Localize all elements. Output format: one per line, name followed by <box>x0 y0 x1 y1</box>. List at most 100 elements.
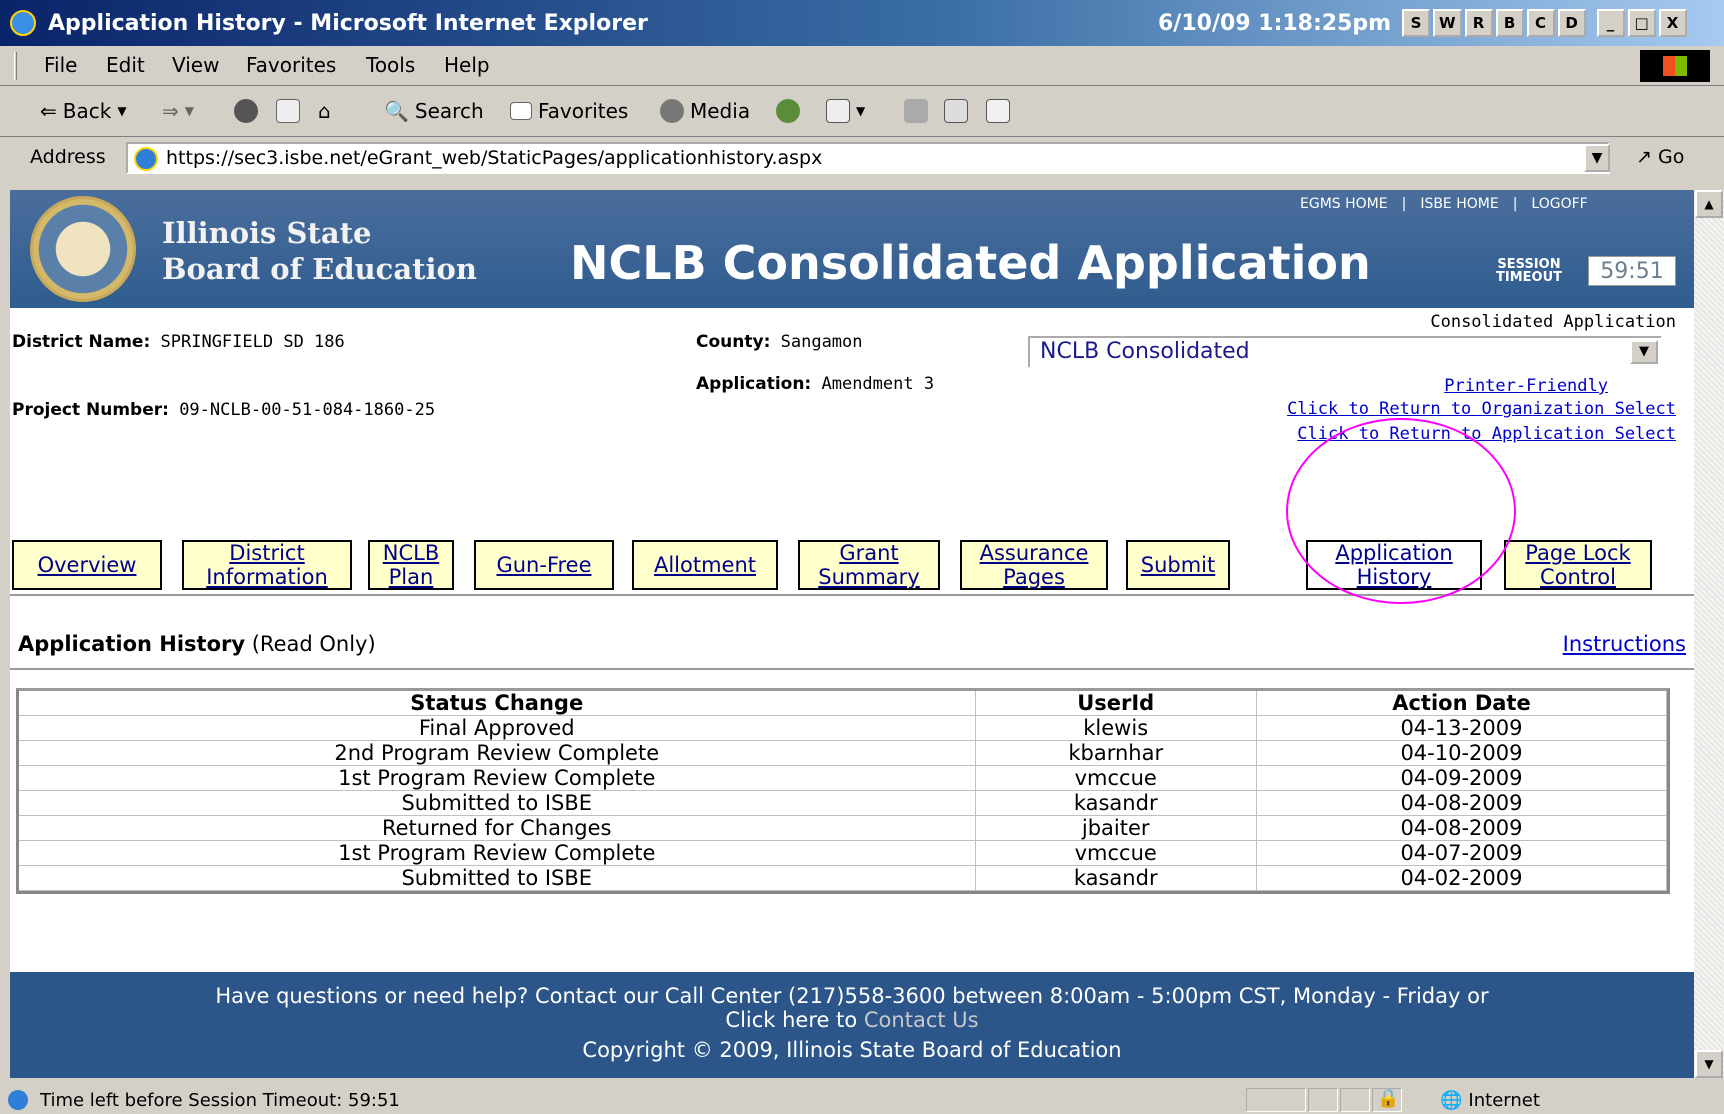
link-separator: | <box>1401 196 1407 212</box>
refresh-button[interactable] <box>276 99 300 123</box>
menu-favorites[interactable]: Favorites <box>246 53 336 77</box>
search-button[interactable]: 🔍 Search <box>384 99 484 123</box>
county: County: Sangamon <box>696 332 863 352</box>
return-org-select-link[interactable]: Click to Return to Organization Select <box>1287 399 1676 419</box>
back-dropdown-icon: ▼ <box>117 104 127 118</box>
select-caption: Consolidated Application <box>1430 312 1676 332</box>
tray-button-b[interactable]: B <box>1495 9 1524 37</box>
media-button[interactable]: Media <box>660 99 750 123</box>
back-button[interactable]: ⇐ Back ▼ <box>40 99 127 123</box>
header-action-date: Action Date <box>1256 691 1668 716</box>
go-button[interactable]: ↗ Go <box>1636 146 1684 168</box>
discuss-button[interactable] <box>986 99 1010 123</box>
edit-button[interactable] <box>944 99 968 123</box>
project-number: Project Number: 09-NCLB-00-51-084-1860-2… <box>12 400 435 420</box>
home-icon: ⌂ <box>318 99 331 123</box>
date-cell: 04-02-2009 <box>1256 865 1668 891</box>
page-footer: Have questions or need help? Contact our… <box>10 972 1694 1078</box>
tab-gun-free[interactable]: Gun-Free <box>474 540 614 590</box>
table-row: Returned for Changes jbaiter 04-08-2009 <box>19 815 1668 841</box>
application-select-value: NCLB Consolidated <box>1040 339 1250 364</box>
status-cell: Submitted to ISBE <box>19 790 976 816</box>
close-button[interactable]: X <box>1658 9 1687 37</box>
ie-icon <box>10 10 36 36</box>
minimize-button[interactable]: _ <box>1596 9 1625 37</box>
window-title: Application History - Microsoft Internet… <box>48 11 648 36</box>
tray-button-s[interactable]: S <box>1402 9 1430 37</box>
state-seal-logo <box>30 196 136 302</box>
status-bar: Time left before Session Timeout: 59:51 … <box>0 1086 1724 1114</box>
address-url: https://sec3.isbe.net/eGrant_web/StaticP… <box>166 147 823 169</box>
favorites-button[interactable]: Favorites <box>510 99 628 123</box>
address-dropdown-button[interactable]: ▼ <box>1584 144 1610 172</box>
tab-allotment[interactable]: Allotment <box>632 540 778 590</box>
egms-home-link[interactable]: EGMS HOME <box>1300 196 1388 212</box>
section-title: Application History (Read Only) <box>18 632 376 656</box>
tray-button-d[interactable]: D <box>1557 9 1586 37</box>
tray-button-w[interactable]: W <box>1433 9 1462 37</box>
address-input[interactable]: https://sec3.isbe.net/eGrant_web/StaticP… <box>126 142 1610 174</box>
menu-help[interactable]: Help <box>444 53 490 77</box>
tab-assurance-pages[interactable]: Assurance Pages <box>960 540 1108 590</box>
tray-button-c[interactable]: C <box>1526 9 1555 37</box>
status-text: Time left before Session Timeout: 59:51 <box>40 1090 400 1111</box>
mail-button[interactable]: ▼ <box>826 99 865 123</box>
date-cell: 04-08-2009 <box>1256 790 1668 816</box>
tab-overview[interactable]: Overview <box>12 540 162 590</box>
userid-cell: kbarnhar <box>975 740 1257 766</box>
header-status-change: Status Change <box>19 691 976 716</box>
printer-friendly-link[interactable]: Printer-Friendly <box>1444 376 1608 396</box>
clock: 6/10/09 1:18:25pm <box>1158 11 1392 36</box>
section-subtitle: (Read Only) <box>251 632 376 656</box>
menu-view[interactable]: View <box>172 53 219 77</box>
menu-edit[interactable]: Edit <box>106 53 145 77</box>
date-cell: 04-09-2009 <box>1256 765 1668 791</box>
back-label: Back <box>62 99 112 123</box>
date-cell: 04-13-2009 <box>1256 715 1668 741</box>
userid-cell: vmccue <box>975 765 1257 791</box>
contact-us-link[interactable]: Contact Us <box>864 1008 979 1032</box>
application-value: Amendment 3 <box>821 374 935 394</box>
isbe-home-link[interactable]: ISBE HOME <box>1420 196 1498 212</box>
userid-cell: kasandr <box>975 865 1257 891</box>
footer-contact-prefix: Click here to <box>725 1008 858 1032</box>
menu-tools[interactable]: Tools <box>366 53 415 77</box>
scroll-down-button[interactable]: ▼ <box>1695 1050 1723 1078</box>
district-value: SPRINGFIELD SD 186 <box>160 332 345 352</box>
discuss-icon <box>986 99 1010 123</box>
tab-page-lock-control[interactable]: Page Lock Control <box>1504 540 1652 590</box>
tab-nclb-plan[interactable]: NCLB Plan <box>368 540 454 590</box>
tab-grant-summary[interactable]: Grant Summary <box>798 540 940 590</box>
date-cell: 04-10-2009 <box>1256 740 1668 766</box>
toolbar: ⇐ Back ▼ ⇒ ▼ ⌂ 🔍 Search Favorites Media … <box>0 87 1724 137</box>
stop-button[interactable] <box>234 99 258 123</box>
footer-help-text: Have questions or need help? Contact our… <box>215 984 1489 1008</box>
status-panel <box>1340 1088 1370 1112</box>
tab-district-information[interactable]: District Information <box>182 540 352 590</box>
app-title: NCLB Consolidated Application <box>570 236 1371 290</box>
chevron-down-icon: ▼ <box>1630 340 1658 364</box>
tray-button-r[interactable]: R <box>1464 9 1493 37</box>
maximize-button[interactable]: □ <box>1627 9 1656 37</box>
home-button[interactable]: ⌂ <box>318 99 331 123</box>
application-select[interactable]: NCLB Consolidated ▼ <box>1028 336 1662 368</box>
menu-bar: File Edit View Favorites Tools Help <box>0 46 1724 86</box>
logoff-link[interactable]: LOGOFF <box>1531 196 1587 212</box>
status-cell: 1st Program Review Complete <box>19 840 976 866</box>
go-arrow-icon: ↗ <box>1636 146 1652 168</box>
forward-dropdown-icon: ▼ <box>184 104 194 118</box>
vertical-scrollbar[interactable]: ▲ ▼ <box>1694 190 1724 1078</box>
highlight-circle <box>1286 418 1516 604</box>
scroll-up-button[interactable]: ▲ <box>1695 190 1723 218</box>
forward-button[interactable]: ⇒ ▼ <box>162 99 194 123</box>
tab-submit[interactable]: Submit <box>1126 540 1230 590</box>
history-button[interactable] <box>776 99 800 123</box>
table-row: 1st Program Review Complete vmccue 04-07… <box>19 840 1668 866</box>
history-table: Status Change UserId Action Date Final A… <box>16 688 1670 894</box>
section-title-text: Application History <box>18 632 246 656</box>
status-cell: 1st Program Review Complete <box>19 765 976 791</box>
menu-file[interactable]: File <box>44 53 77 77</box>
menu-grip <box>14 52 17 80</box>
print-button[interactable] <box>904 99 928 123</box>
instructions-link[interactable]: Instructions <box>1563 632 1686 656</box>
